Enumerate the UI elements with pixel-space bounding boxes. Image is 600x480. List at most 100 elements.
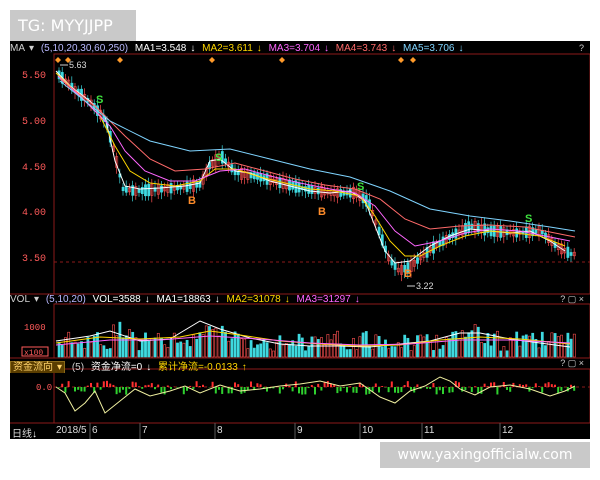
volume-bar [153, 337, 157, 358]
volume-bar [476, 326, 480, 358]
fund-flow-bar [435, 387, 438, 395]
fund-flow-bar [144, 385, 147, 387]
volume-bar [441, 345, 445, 358]
fund-flow-selector[interactable]: 资金流向 ▾ [10, 361, 66, 373]
fund-flow-bar [480, 387, 483, 394]
x-date: 2018/5 [56, 425, 87, 436]
volume-bar [96, 332, 99, 358]
volume-bar [294, 345, 298, 358]
candle-body [140, 187, 144, 195]
fund-flow-bar [432, 383, 435, 387]
volume-bar [307, 345, 311, 358]
fund-flow-bar [131, 381, 134, 387]
volume-bar [227, 340, 231, 358]
fund-flow-bar [166, 385, 169, 387]
fund-flow-bar [96, 382, 99, 387]
ma3-line [57, 75, 571, 247]
event-marker[interactable] [410, 57, 416, 63]
vol-params: (5,10,20) [45, 294, 86, 305]
fund-flow-bar [122, 387, 124, 390]
fund-flow-bar [314, 387, 316, 395]
fund-flow-bar [544, 383, 547, 387]
fund-flow-bar [112, 384, 115, 387]
event-marker[interactable] [117, 57, 123, 63]
volume-bar [537, 347, 541, 358]
volume-bar [249, 340, 253, 358]
volume-bar [140, 340, 144, 358]
fund-flow-bar [339, 387, 342, 392]
volume-bar [323, 344, 327, 358]
candle-body [393, 262, 397, 270]
fund-flow-bar [336, 387, 339, 394]
event-marker[interactable] [209, 57, 215, 63]
vol-panel-controls[interactable]: ? ▢ × [560, 294, 584, 305]
volume-bar [528, 335, 531, 358]
fund-flow-bar [483, 383, 486, 387]
fund-flow-bar [195, 381, 198, 387]
period-selector[interactable]: 日线↓ [12, 425, 37, 440]
candle-body [288, 179, 291, 191]
fund-flow-bar [470, 387, 473, 393]
volume-bar [246, 348, 250, 358]
volume-bar [214, 327, 218, 358]
fund-flow-bar [278, 387, 281, 394]
fund-flow-bar [442, 387, 444, 395]
x-date: 11 [424, 425, 435, 436]
volume-bar [288, 343, 291, 358]
event-marker[interactable] [279, 57, 285, 63]
fund-flow-bar [237, 384, 240, 387]
vol-indicator-name[interactable]: VOL ▾ [10, 294, 39, 305]
volume-bar [480, 342, 483, 358]
fund-flow-bar [202, 384, 204, 387]
volume-bar [230, 338, 234, 358]
event-marker[interactable] [55, 57, 61, 63]
volume-bar [128, 329, 131, 358]
fund-flow-bar [394, 387, 396, 393]
fund-flow-bar [502, 381, 505, 387]
x-date: 7 [142, 425, 148, 436]
volume-bar [409, 350, 413, 358]
candle-body [307, 185, 311, 194]
volume-bar [364, 331, 368, 358]
fund-flow-bar [141, 387, 144, 389]
volume-bar [233, 331, 237, 358]
buy-signal: B [404, 268, 412, 280]
x-date: 12 [502, 425, 514, 436]
high-price-label: 5.63 [69, 60, 87, 70]
vol-legend-bar: VOL ▾ (5,10,20) VOL=3588 ↓ MA1=18863 ↓ MA2=… [10, 294, 590, 305]
volume-bar [310, 336, 314, 358]
volume-bar [435, 334, 439, 358]
fund-flow-bar [83, 387, 86, 392]
volume-bar [393, 346, 397, 358]
volume-bar [275, 341, 279, 358]
fund-net-value: 资金净流=0 ↓ [90, 362, 152, 373]
volume-bar [70, 342, 74, 358]
sell-signal: S [96, 94, 103, 106]
volume-bar [316, 339, 320, 358]
volume-bar [195, 338, 199, 358]
buy-signal: B [318, 206, 326, 218]
volume-bar [300, 337, 304, 358]
fund-panel-frame [53, 368, 590, 424]
fund-flow-bar [61, 383, 64, 387]
vol-ma3: MA3=31297 ↓ [296, 294, 360, 305]
volume-bar [67, 331, 71, 358]
candle-body [316, 187, 320, 195]
event-marker[interactable] [398, 57, 404, 63]
fund-flow-bar [138, 386, 140, 387]
fund-panel-controls[interactable]: ? ▢ × [560, 358, 584, 369]
fund-flow-bar [109, 383, 112, 387]
volume-bar [518, 345, 522, 358]
volume-bar [83, 347, 87, 358]
stock-chart-terminal[interactable]: MA ▾ (5,10,20,30,60,250) MA1=3.548 ↓ MA2=3… [10, 41, 590, 440]
volume-bar [224, 331, 227, 358]
volume-bar [390, 346, 394, 358]
volume-bar [502, 345, 506, 358]
fund-cum-value: 累计净流=-0.0133 ↑ [158, 362, 247, 373]
fund-legend-bar: 资金流向 ▾ (5) 资金净流=0 ↓ 累计净流=-0.0133 ↑ [10, 358, 590, 373]
volume-bar [499, 350, 503, 358]
fund-flow-bar [573, 387, 576, 391]
fund-flow-bar [198, 386, 201, 387]
fund-flow-bar [355, 387, 358, 393]
candle-body [534, 229, 538, 234]
